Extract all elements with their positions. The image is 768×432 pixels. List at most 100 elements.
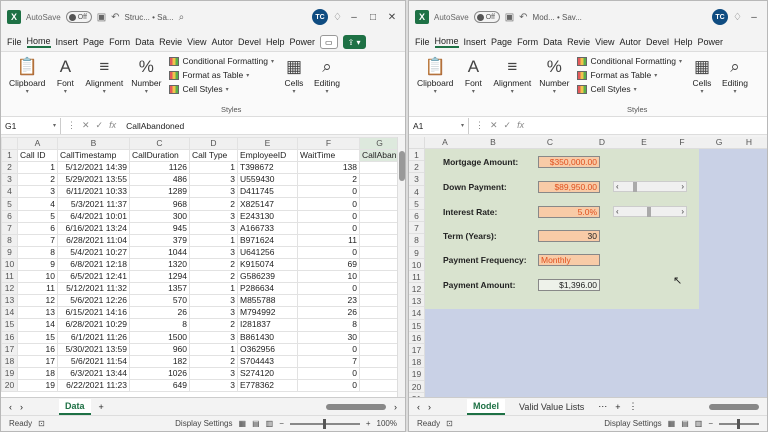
table-cell[interactable]: 3 <box>189 294 238 308</box>
column-header[interactable]: A <box>17 137 58 151</box>
alignment-group[interactable]: ≡ Alignment ▾ <box>81 56 127 95</box>
column-header[interactable]: G <box>701 137 737 148</box>
table-cell[interactable]: 3 <box>189 173 238 187</box>
table-cell[interactable]: 5/6/2021 12:26 <box>57 294 130 308</box>
row-header[interactable]: 6 <box>1 209 18 223</box>
next-sheet-icon[interactable]: › <box>20 402 23 412</box>
table-cell[interactable]: 6/15/2021 14:16 <box>57 306 130 320</box>
row-header[interactable]: 4 <box>409 186 424 198</box>
table-cell[interactable]: 1320 <box>129 257 190 272</box>
table-cell[interactable]: 3 <box>189 378 238 392</box>
table-cell[interactable]: M794992 <box>237 306 298 320</box>
table-cell[interactable]: G586239 <box>237 270 298 284</box>
table-cell[interactable]: 7 <box>17 233 58 247</box>
normal-view-icon[interactable]: ▦ <box>668 419 676 428</box>
minimize-button[interactable]: – <box>747 12 761 23</box>
table-cell[interactable] <box>359 185 400 199</box>
zoom-in-icon[interactable]: + <box>366 419 371 428</box>
interest-rate-scrollbar[interactable]: ‹ › <box>613 206 687 217</box>
horizontal-scrollbar[interactable] <box>709 403 759 410</box>
row-header[interactable]: 13 <box>409 295 424 308</box>
table-cell[interactable]: 3 <box>189 366 238 380</box>
tab-automate[interactable]: Autor <box>211 37 233 47</box>
document-title[interactable]: Struc... • Sa... <box>125 13 174 22</box>
tab-formulas[interactable]: Form <box>517 37 538 47</box>
column-header[interactable]: B <box>57 137 130 151</box>
table-cell[interactable]: 6/28/2021 10:29 <box>57 318 130 332</box>
more-icon[interactable]: ⋮ <box>475 120 484 131</box>
row-header[interactable]: 3 <box>409 173 424 186</box>
table-cell[interactable]: 19 <box>17 378 58 392</box>
table-cell[interactable]: 3 <box>17 185 58 199</box>
table-cell[interactable]: 2 <box>297 173 360 187</box>
table-cell[interactable]: 3 <box>189 209 238 223</box>
column-header[interactable]: E <box>625 137 663 148</box>
table-cell[interactable]: 379 <box>129 233 190 247</box>
header-cell[interactable]: WaitTime <box>297 149 360 163</box>
tab-review[interactable]: Revie <box>159 37 182 47</box>
table-cell[interactable]: 945 <box>129 221 190 235</box>
zoom-out-icon[interactable]: − <box>279 419 284 428</box>
row-header[interactable]: 1 <box>1 149 18 163</box>
save-icon[interactable]: ▣ <box>505 12 514 23</box>
table-cell[interactable]: 4 <box>17 197 58 211</box>
header-cell[interactable]: Call ID <box>17 149 58 163</box>
row-header[interactable]: 10 <box>409 259 424 271</box>
row-header[interactable]: 19 <box>1 366 18 380</box>
maximize-button[interactable]: □ <box>366 12 380 23</box>
number-group[interactable]: % Number ▾ <box>127 56 165 95</box>
table-cell[interactable]: 5 <box>17 209 58 223</box>
fx-icon[interactable]: fx <box>109 120 116 131</box>
select-all-corner[interactable] <box>1 137 18 151</box>
row-header[interactable]: 17 <box>1 342 18 356</box>
lightbulb-icon[interactable]: ♢ <box>733 12 742 23</box>
column-header[interactable]: F <box>663 137 701 148</box>
table-cell[interactable]: 5/12/2021 11:32 <box>57 282 130 296</box>
row-header[interactable]: 9 <box>1 245 18 259</box>
table-cell[interactable]: 13 <box>17 306 58 320</box>
table-cell[interactable] <box>359 161 400 175</box>
table-cell[interactable]: 2 <box>17 173 58 187</box>
row-header[interactable]: 8 <box>1 233 18 247</box>
mortgage-amount-input[interactable]: $350,000.00 <box>538 156 600 168</box>
enter-icon[interactable]: ✓ <box>504 120 512 131</box>
table-cell[interactable]: 1294 <box>129 270 190 284</box>
table-cell[interactable]: 0 <box>297 209 360 223</box>
row-header[interactable]: 2 <box>409 161 424 174</box>
page-layout-icon[interactable]: ▤ <box>252 419 260 428</box>
zoom-slider[interactable] <box>289 418 360 429</box>
row-header[interactable]: 14 <box>1 306 18 320</box>
tab-developer[interactable]: Devel <box>238 37 261 47</box>
table-cell[interactable]: 5/4/2021 10:27 <box>57 245 130 259</box>
accessibility-icon[interactable]: ⊡ <box>38 419 45 428</box>
table-cell[interactable]: 23 <box>297 294 360 308</box>
table-cell[interactable]: 0 <box>297 366 360 380</box>
tab-data[interactable]: Data <box>135 37 154 47</box>
header-cell[interactable]: CallAban <box>359 149 400 163</box>
table-cell[interactable]: 26 <box>129 306 190 320</box>
table-cell[interactable] <box>359 270 400 284</box>
tab-power[interactable]: Power <box>698 37 724 47</box>
search-icon[interactable]: ⌕ <box>179 12 185 23</box>
table-cell[interactable]: 11 <box>17 282 58 296</box>
payment-frequency-select[interactable]: Monthly <box>538 254 600 266</box>
header-cell[interactable]: EmployeeID <box>237 149 298 163</box>
table-cell[interactable] <box>359 294 400 308</box>
column-header[interactable]: A <box>425 137 465 148</box>
table-cell[interactable]: 15 <box>17 330 58 344</box>
table-cell[interactable]: D411745 <box>237 185 298 199</box>
tab-page-layout[interactable]: Page <box>83 37 104 47</box>
font-group[interactable]: A Font ▾ <box>49 56 81 95</box>
scroll-right-icon[interactable]: › <box>394 402 397 412</box>
column-header[interactable]: B <box>465 137 521 148</box>
table-cell[interactable]: 8 <box>17 245 58 259</box>
term-years-input[interactable]: 30 <box>538 230 600 242</box>
font-group[interactable]: A Font ▾ <box>457 56 489 95</box>
cells-group[interactable]: ▦ Cells ▾ <box>278 56 310 95</box>
row-header[interactable]: 11 <box>1 270 18 284</box>
row-header[interactable]: 2 <box>1 161 18 175</box>
table-cell[interactable]: B861430 <box>237 330 298 344</box>
avatar[interactable]: TC <box>712 9 729 25</box>
table-cell[interactable]: 1357 <box>129 282 190 296</box>
scroll-right-icon[interactable]: › <box>681 207 684 216</box>
